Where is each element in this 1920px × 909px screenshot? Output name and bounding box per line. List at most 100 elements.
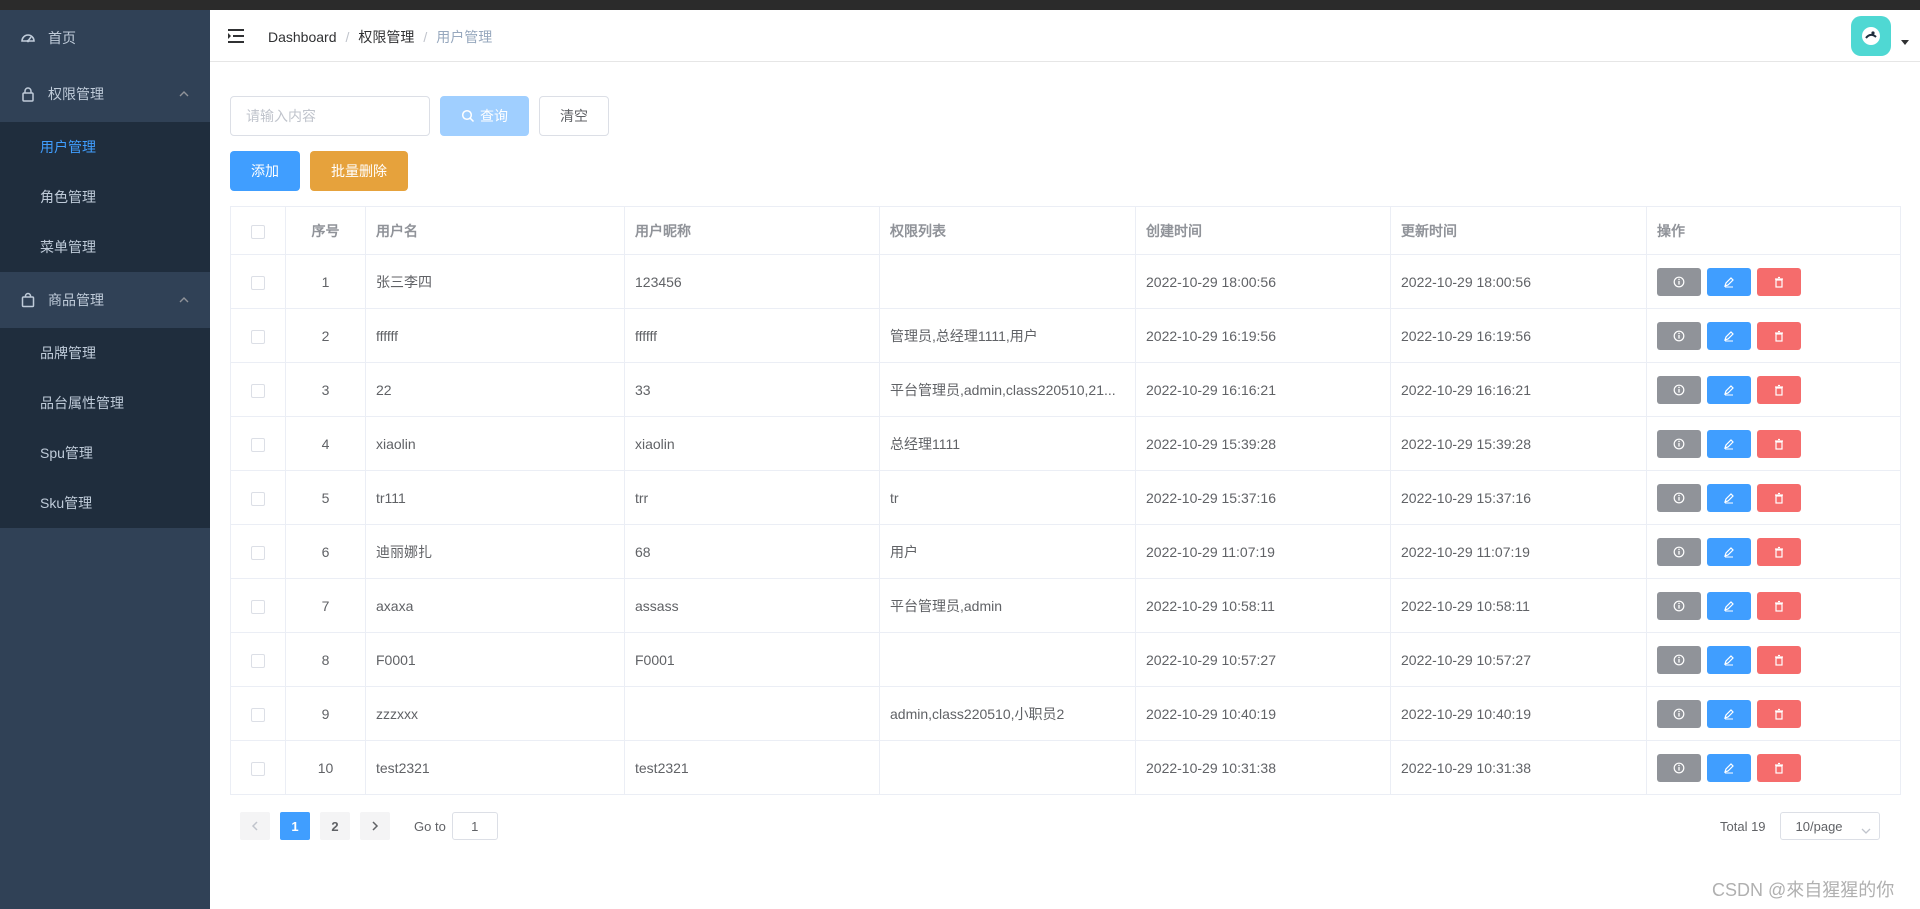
row-info-button[interactable]: [1657, 645, 1701, 674]
cell-updated: 2022-10-29 11:07:19: [1390, 524, 1647, 579]
row-checkbox[interactable]: [251, 653, 265, 668]
sidebar-item-role-management[interactable]: 角色管理: [0, 172, 210, 222]
page-2-button[interactable]: 2: [320, 812, 350, 840]
row-delete-button[interactable]: [1757, 645, 1801, 674]
breadcrumb-dashboard[interactable]: Dashboard: [268, 29, 337, 45]
sidebar-item-brand-management[interactable]: 品牌管理: [0, 328, 210, 378]
info-icon: [1673, 546, 1685, 558]
query-button[interactable]: 查询: [440, 96, 529, 136]
row-edit-button[interactable]: [1707, 753, 1751, 782]
row-edit-button[interactable]: [1707, 645, 1751, 674]
row-select-cell[interactable]: [230, 740, 286, 795]
row-checkbox[interactable]: [251, 275, 265, 290]
row-checkbox[interactable]: [251, 329, 265, 344]
row-checkbox[interactable]: [251, 491, 265, 506]
prev-page-button[interactable]: [240, 812, 270, 840]
row-info-button[interactable]: [1657, 429, 1701, 458]
row-edit-button[interactable]: [1707, 267, 1751, 296]
row-edit-button[interactable]: [1707, 321, 1751, 350]
row-select-cell[interactable]: [230, 254, 286, 309]
sidebar-item-user-management[interactable]: 用户管理: [0, 122, 210, 172]
row-select-cell[interactable]: [230, 362, 286, 417]
row-delete-button[interactable]: [1757, 429, 1801, 458]
search-input[interactable]: [230, 96, 430, 136]
sidebar-group-label: 权限管理: [48, 86, 104, 102]
row-select-cell[interactable]: [230, 470, 286, 525]
table-row: 9 zzzxxx admin,class220510,小职员2 2022-10-29 …: [230, 686, 1901, 741]
sidebar-group-goods[interactable]: 商品管理: [0, 272, 210, 328]
row-edit-button[interactable]: [1707, 375, 1751, 404]
row-delete-button[interactable]: [1757, 753, 1801, 782]
cell-created: 2022-10-29 10:58:11: [1135, 578, 1391, 633]
row-checkbox[interactable]: [251, 437, 265, 452]
row-checkbox[interactable]: [251, 545, 265, 560]
cell-index: 6: [285, 524, 366, 579]
sidebar-item-sku-management[interactable]: Sku管理: [0, 478, 210, 528]
cell-created: 2022-10-29 10:31:38: [1135, 740, 1391, 795]
sidebar-item-spu-management[interactable]: Spu管理: [0, 428, 210, 478]
cell-updated: 2022-10-29 10:31:38: [1390, 740, 1647, 795]
row-delete-button[interactable]: [1757, 321, 1801, 350]
info-icon: [1673, 654, 1685, 666]
row-checkbox[interactable]: [251, 761, 265, 776]
clear-button[interactable]: 清空: [539, 96, 609, 136]
cell-roles: 总经理1111: [879, 416, 1136, 471]
row-info-button[interactable]: [1657, 591, 1701, 620]
sidebar-item-home[interactable]: 首页: [0, 10, 210, 66]
row-delete-button[interactable]: [1757, 267, 1801, 296]
caret-down-icon[interactable]: [1901, 40, 1909, 45]
cell-roles: admin,class220510,小职员2: [879, 686, 1136, 741]
row-info-button[interactable]: [1657, 483, 1701, 512]
row-info-button[interactable]: [1657, 753, 1701, 782]
cell-nickname: F0001: [624, 632, 880, 687]
row-checkbox[interactable]: [251, 707, 265, 722]
sidebar-group-permission[interactable]: 权限管理: [0, 66, 210, 122]
navbar: Dashboard / 权限管理 / 用户管理: [210, 10, 1920, 62]
goto-input[interactable]: [451, 812, 498, 840]
row-select-cell[interactable]: [230, 686, 286, 741]
row-select-cell[interactable]: [230, 524, 286, 579]
row-info-button[interactable]: [1657, 537, 1701, 566]
add-button[interactable]: 添加: [230, 151, 300, 191]
cell-updated: 2022-10-29 10:57:27: [1390, 632, 1647, 687]
cell-username: test2321: [365, 740, 625, 795]
submenu-permission: 用户管理 角色管理 菜单管理: [0, 122, 210, 272]
delete-icon: [1773, 600, 1785, 612]
row-edit-button[interactable]: [1707, 591, 1751, 620]
row-info-button[interactable]: [1657, 699, 1701, 728]
row-delete-button[interactable]: [1757, 375, 1801, 404]
row-info-button[interactable]: [1657, 267, 1701, 296]
row-info-button[interactable]: [1657, 321, 1701, 350]
breadcrumb-permission[interactable]: 权限管理: [358, 27, 414, 47]
row-select-cell[interactable]: [230, 632, 286, 687]
table-body: 1 张三李四 123456 2022-10-29 18:00:56 2022-10-29…: [230, 254, 1901, 795]
cell-roles: 管理员,总经理1111,用户: [879, 308, 1136, 363]
header-select-all[interactable]: [230, 206, 286, 255]
edit-icon: [1723, 600, 1735, 612]
row-checkbox[interactable]: [251, 599, 265, 614]
row-delete-button[interactable]: [1757, 483, 1801, 512]
row-select-cell[interactable]: [230, 578, 286, 633]
row-delete-button[interactable]: [1757, 537, 1801, 566]
batch-delete-button[interactable]: 批量删除: [310, 151, 408, 191]
row-checkbox[interactable]: [251, 383, 265, 398]
hamburger-icon[interactable]: [226, 26, 246, 46]
row-edit-button[interactable]: [1707, 537, 1751, 566]
sidebar-item-menu-management[interactable]: 菜单管理: [0, 222, 210, 272]
page-size-select[interactable]: 10/page: [1779, 812, 1880, 840]
page-1-button[interactable]: 1: [280, 812, 310, 840]
row-select-cell[interactable]: [230, 416, 286, 471]
cell-index: 7: [285, 578, 366, 633]
edit-icon: [1723, 708, 1735, 720]
avatar[interactable]: [1851, 16, 1891, 56]
row-select-cell[interactable]: [230, 308, 286, 363]
row-delete-button[interactable]: [1757, 699, 1801, 728]
row-info-button[interactable]: [1657, 375, 1701, 404]
row-delete-button[interactable]: [1757, 591, 1801, 620]
row-edit-button[interactable]: [1707, 483, 1751, 512]
sidebar-item-attr-management[interactable]: 品台属性管理: [0, 378, 210, 428]
row-edit-button[interactable]: [1707, 429, 1751, 458]
row-edit-button[interactable]: [1707, 699, 1751, 728]
select-all-checkbox[interactable]: [251, 224, 265, 239]
next-page-button[interactable]: [360, 812, 390, 840]
